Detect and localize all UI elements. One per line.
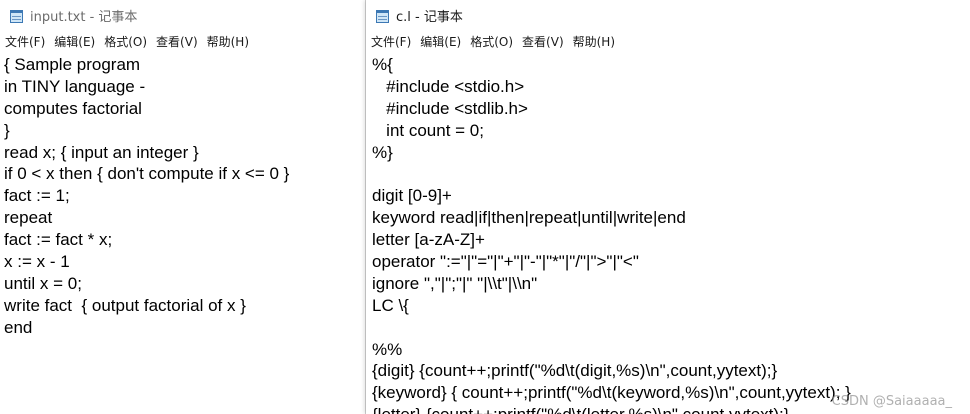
code-line: fact := 1; bbox=[4, 186, 70, 206]
code-line: keyword read|if|then|repeat|until|write|… bbox=[372, 208, 686, 228]
menu-format[interactable]: 格式(O) bbox=[104, 33, 147, 50]
code-line: { Sample program bbox=[4, 55, 141, 74]
menu-file[interactable]: 文件(F) bbox=[5, 33, 45, 50]
code-line: read x; { input an integer } bbox=[4, 142, 199, 162]
menu-file[interactable]: 文件(F) bbox=[371, 33, 411, 50]
code-line: %{ bbox=[372, 55, 393, 74]
code-line: {digit} {count++;printf("%d\t(digit,%s)\… bbox=[372, 361, 778, 381]
code-line: LC \{ bbox=[372, 295, 409, 315]
code-line: until x = 0; bbox=[4, 273, 82, 293]
code-line: int count = 0; bbox=[372, 120, 484, 140]
code-line: digit [0-9]+ bbox=[372, 186, 452, 206]
code-line: letter [a-zA-Z]+ bbox=[372, 230, 485, 250]
text-editor[interactable]: { Sample program in TINY language - comput… bbox=[0, 54, 365, 414]
menu-bar: 文件(F) 编辑(E) 格式(O) 查看(V) 帮助(H) bbox=[0, 31, 365, 52]
code-line: computes factorial bbox=[4, 98, 142, 118]
menu-view[interactable]: 查看(V) bbox=[156, 33, 198, 50]
notepad-window-c-l[interactable]: c.l - 记事本 文件(F) 编辑(E) 格式(O) 查看(V) 帮助(H) … bbox=[366, 0, 970, 414]
code-line: if 0 < x then { don't compute if x <= 0 … bbox=[4, 164, 290, 184]
menu-edit[interactable]: 编辑(E) bbox=[54, 33, 95, 50]
code-line: end bbox=[4, 317, 33, 337]
text-editor[interactable]: %{ #include <stdio.h> #include <stdlib.h… bbox=[366, 54, 970, 414]
title-bar[interactable]: c.l - 记事本 bbox=[366, 0, 970, 31]
code-line: write fact { output factorial of x } bbox=[4, 295, 246, 315]
window-title: input.txt - 记事本 bbox=[30, 10, 138, 25]
notepad-icon bbox=[375, 8, 391, 24]
code-line: operator ":="|"="|"+"|"-"|"*"|"/"|">"|"<… bbox=[372, 252, 639, 272]
title-bar[interactable]: input.txt - 记事本 bbox=[0, 0, 365, 31]
code-line: fact := fact * x; bbox=[4, 230, 113, 250]
notepad-window-input-txt[interactable]: input.txt - 记事本 文件(F) 编辑(E) 格式(O) 查看(V) … bbox=[0, 0, 366, 414]
code-line: #include <stdlib.h> bbox=[372, 98, 528, 118]
code-line: x := x - 1 bbox=[4, 252, 70, 272]
code-line: repeat bbox=[4, 208, 53, 228]
menu-help[interactable]: 帮助(H) bbox=[573, 33, 615, 50]
code-line: in TINY language - bbox=[4, 76, 146, 96]
code-line: %% bbox=[372, 339, 403, 359]
code-line: ignore ","|";"|" "|\\t"|\\n" bbox=[372, 273, 538, 293]
code-line: #include <stdio.h> bbox=[372, 76, 525, 96]
menu-bar: 文件(F) 编辑(E) 格式(O) 查看(V) 帮助(H) bbox=[366, 31, 970, 52]
window-title: c.l - 记事本 bbox=[396, 10, 463, 25]
menu-view[interactable]: 查看(V) bbox=[522, 33, 564, 50]
notepad-icon bbox=[9, 8, 25, 24]
code-line: %} bbox=[372, 142, 393, 162]
menu-help[interactable]: 帮助(H) bbox=[207, 33, 249, 50]
code-line: } bbox=[4, 120, 10, 140]
menu-format[interactable]: 格式(O) bbox=[470, 33, 513, 50]
watermark: CSDN @Saiaaaaa_ bbox=[831, 394, 952, 409]
menu-edit[interactable]: 编辑(E) bbox=[420, 33, 461, 50]
